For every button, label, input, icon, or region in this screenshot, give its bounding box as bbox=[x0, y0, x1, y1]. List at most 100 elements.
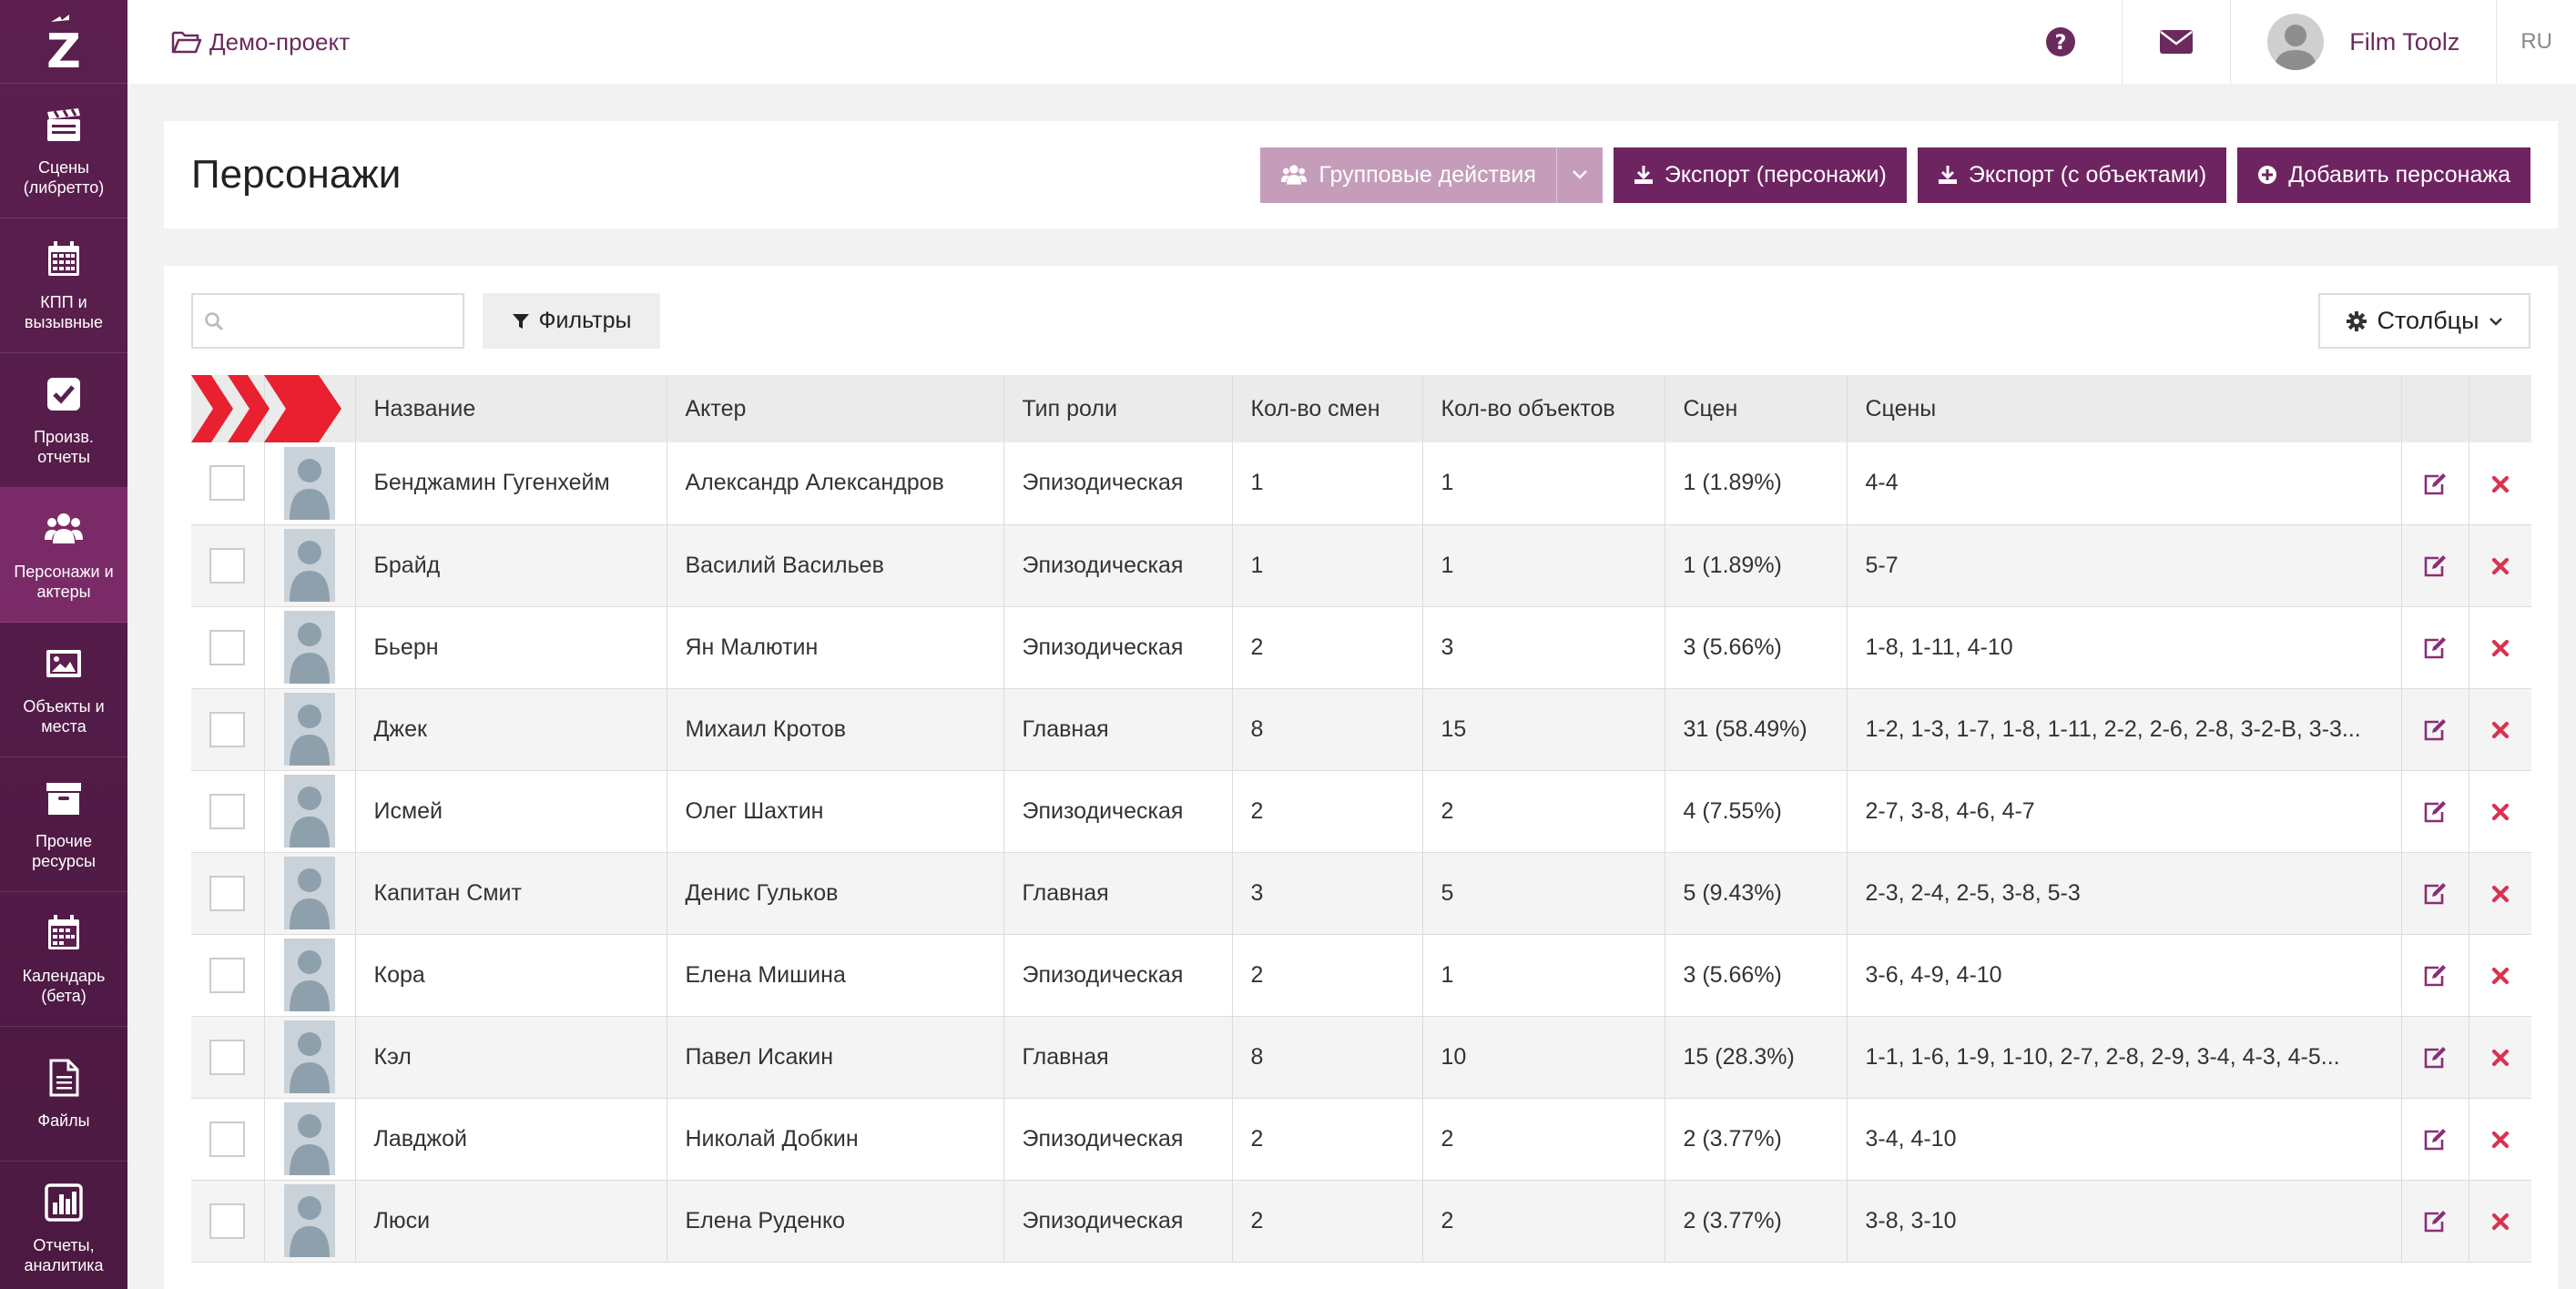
delete-icon[interactable] bbox=[2491, 1049, 2510, 1067]
cell-photo bbox=[264, 1180, 356, 1263]
messages-button[interactable] bbox=[2122, 0, 2230, 84]
table-row[interactable]: Исмей Олег Шахтин Эпизодическая 2 2 4 (7.55%)… bbox=[191, 770, 2531, 853]
sidebar-item-label: Отчеты, аналитика bbox=[24, 1235, 104, 1274]
cell-actor: Елена Руденко bbox=[667, 1180, 1004, 1263]
edit-icon[interactable] bbox=[2422, 1128, 2448, 1152]
export-characters-button[interactable]: Экспорт (персонажи) bbox=[1613, 147, 1907, 203]
cell-name[interactable]: Бенджамин Гугенхейм bbox=[355, 442, 667, 525]
cell-name[interactable]: Исмей bbox=[355, 770, 667, 853]
header-shifts[interactable]: Кол-во смен bbox=[1232, 375, 1423, 442]
character-photo[interactable] bbox=[284, 1102, 335, 1175]
header-role-type[interactable]: Тип роли bbox=[1003, 375, 1233, 442]
group-actions-caret[interactable] bbox=[1555, 147, 1603, 203]
row-checkbox[interactable] bbox=[209, 711, 246, 747]
delete-icon[interactable] bbox=[2491, 803, 2510, 821]
row-checkbox[interactable] bbox=[209, 793, 246, 829]
sidebar-item-resources[interactable]: Прочие ресурсы bbox=[0, 757, 127, 892]
table-row[interactable]: Бенджамин Гугенхейм Александр Александров… bbox=[191, 442, 2531, 525]
sidebar-item-scenes[interactable]: Сцены (либретто) bbox=[0, 84, 127, 218]
character-photo[interactable] bbox=[284, 529, 335, 602]
character-photo[interactable] bbox=[284, 1020, 335, 1093]
header-actor[interactable]: Актер bbox=[667, 375, 1004, 442]
edit-icon[interactable] bbox=[2422, 1210, 2448, 1233]
character-photo[interactable] bbox=[284, 857, 335, 929]
edit-icon[interactable] bbox=[2422, 636, 2448, 660]
cell-name[interactable]: Люси bbox=[355, 1180, 667, 1263]
delete-icon[interactable] bbox=[2491, 557, 2510, 575]
export-objects-button[interactable]: Экспорт (с объектами) bbox=[1917, 147, 2227, 203]
row-checkbox[interactable] bbox=[209, 875, 246, 911]
table-row[interactable]: Брайд Василий Васильев Эпизодическая 1 1 1 (1… bbox=[191, 524, 2531, 607]
table-row[interactable]: Лавджой Николай Добкин Эпизодическая 2 2 2 (3… bbox=[191, 1098, 2531, 1181]
sidebar-item-callsheets[interactable]: КПП и вызывные bbox=[0, 218, 127, 353]
table-row[interactable]: Бьерн Ян Малютин Эпизодическая 2 3 3 (5.66%) 1… bbox=[191, 606, 2531, 689]
table-row[interactable]: Джек Михаил Кротов Главная 8 15 31 (58.49%) 1-… bbox=[191, 688, 2531, 771]
row-checkbox[interactable] bbox=[209, 1121, 246, 1157]
delete-icon[interactable] bbox=[2491, 885, 2510, 903]
character-photo[interactable] bbox=[284, 693, 335, 766]
delete-icon[interactable] bbox=[2491, 639, 2510, 657]
add-character-button[interactable]: Добавить персонажа bbox=[2237, 147, 2530, 203]
sidebar-item-reports[interactable]: Произв. отчеты bbox=[0, 353, 127, 488]
person-placeholder-icon bbox=[290, 787, 330, 847]
table-row[interactable]: Кора Елена Мишина Эпизодическая 2 1 3 (5.66%)… bbox=[191, 934, 2531, 1017]
cell-name[interactable]: Бьерн bbox=[355, 606, 667, 689]
row-checkbox[interactable] bbox=[209, 629, 246, 665]
sidebar-item-characters[interactable]: Персонажи и актеры bbox=[0, 488, 127, 623]
language-switch[interactable]: RU bbox=[2496, 0, 2576, 84]
sidebar-item-calendar[interactable]: Календарь (бета) bbox=[0, 892, 127, 1027]
filters-button[interactable]: Фильтры bbox=[483, 293, 660, 349]
characters-table-wrapper: Название Актер Тип роли Кол-во смен Кол-… bbox=[191, 375, 2531, 1289]
cell-name[interactable]: Брайд bbox=[355, 524, 667, 607]
project-link[interactable]: Демо-проект bbox=[171, 28, 350, 56]
character-photo[interactable] bbox=[284, 1184, 335, 1257]
cell-actor: Елена Мишина bbox=[667, 934, 1004, 1017]
edit-icon[interactable] bbox=[2422, 800, 2448, 824]
edit-icon[interactable] bbox=[2422, 1046, 2448, 1070]
row-checkbox[interactable] bbox=[209, 1039, 246, 1075]
edit-icon[interactable] bbox=[2422, 554, 2448, 578]
table-row[interactable]: Капитан Смит Денис Гульков Главная 3 5 5 (9.4… bbox=[191, 852, 2531, 935]
delete-icon[interactable] bbox=[2491, 1131, 2510, 1149]
header-scene-count[interactable]: Сцен bbox=[1665, 375, 1848, 442]
character-photo[interactable] bbox=[284, 775, 335, 847]
character-photo[interactable] bbox=[284, 446, 335, 520]
header-objects[interactable]: Кол-во объектов bbox=[1422, 375, 1665, 442]
cell-name[interactable]: Кэл bbox=[355, 1016, 667, 1099]
columns-button[interactable]: Столбцы bbox=[2318, 293, 2530, 349]
search-input[interactable] bbox=[233, 308, 452, 334]
cell-name[interactable]: Капитан Смит bbox=[355, 852, 667, 935]
sidebar-item-objects[interactable]: Объекты и места bbox=[0, 623, 127, 757]
group-actions-button[interactable]: Групповые действия bbox=[1260, 147, 1556, 203]
group-actions-dropdown[interactable]: Групповые действия bbox=[1260, 147, 1603, 203]
row-checkbox[interactable] bbox=[209, 547, 246, 584]
row-checkbox[interactable] bbox=[209, 465, 246, 502]
cell-name[interactable]: Лавджой bbox=[355, 1098, 667, 1181]
cell-name[interactable]: Джек bbox=[355, 688, 667, 771]
edit-icon[interactable] bbox=[2422, 964, 2448, 988]
character-photo[interactable] bbox=[284, 939, 335, 1011]
header-name[interactable]: Название bbox=[355, 375, 667, 442]
character-photo[interactable] bbox=[284, 611, 335, 684]
row-checkbox[interactable] bbox=[209, 957, 246, 993]
cell-edit bbox=[2401, 770, 2469, 853]
delete-icon[interactable] bbox=[2491, 721, 2510, 739]
header-scenes[interactable]: Сцены bbox=[1847, 375, 2402, 442]
sidebar-item-files[interactable]: Файлы bbox=[0, 1027, 127, 1162]
cell-name[interactable]: Кора bbox=[355, 934, 667, 1017]
sidebar-item-analytics[interactable]: Отчеты, аналитика bbox=[0, 1162, 127, 1289]
search-box[interactable] bbox=[191, 293, 464, 349]
user-menu[interactable]: Film Toolz bbox=[2230, 0, 2496, 84]
delete-icon[interactable] bbox=[2491, 475, 2510, 493]
table-row[interactable]: Кэл Павел Исакин Главная 8 10 15 (28.3%) 1-1, … bbox=[191, 1016, 2531, 1099]
cell-edit bbox=[2401, 934, 2469, 1017]
delete-icon[interactable] bbox=[2491, 1213, 2510, 1231]
table-row[interactable]: Люси Елена Руденко Эпизодическая 2 2 2 (3.77%… bbox=[191, 1180, 2531, 1263]
edit-icon[interactable] bbox=[2422, 718, 2448, 742]
edit-icon[interactable] bbox=[2422, 472, 2448, 496]
delete-icon[interactable] bbox=[2491, 967, 2510, 985]
app-logo[interactable]: Z bbox=[0, 0, 127, 84]
edit-icon[interactable] bbox=[2422, 882, 2448, 906]
help-button[interactable]: ? bbox=[2000, 0, 2122, 84]
row-checkbox[interactable] bbox=[209, 1203, 246, 1239]
